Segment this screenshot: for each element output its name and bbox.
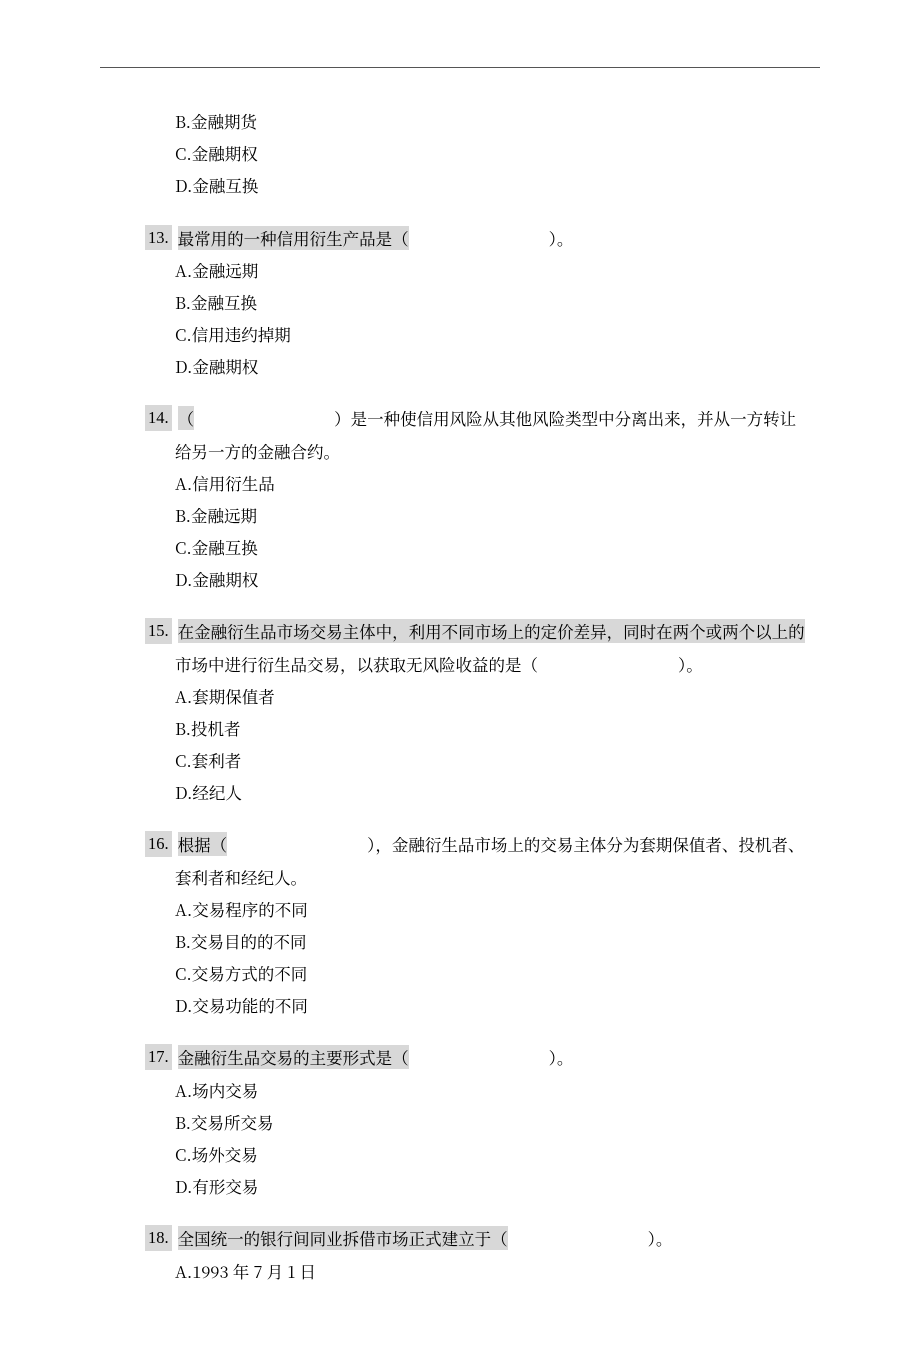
option-b: B.金融远期 <box>175 499 810 531</box>
q15-row: 15. 在金融衍生品市场交易主体中，利用不同市场上的定价差异，同时在两个或两个以… <box>145 615 810 647</box>
option-b: B.交易目的的不同 <box>175 925 810 957</box>
option-b: B.金融互换 <box>175 286 810 318</box>
option-a: A.信用衍生品 <box>175 467 810 499</box>
question-17: 17. 金融衍生品交易的主要形式是（ ）。 A.场内交易 B.交易所交易 C.场外… <box>145 1041 810 1202</box>
option-c: C.场外交易 <box>175 1138 810 1170</box>
option-b: B.投机者 <box>175 712 810 744</box>
q14-stem-post: ）是一种使信用风险从其他风险类型中分离出来，并从一方转让 <box>334 406 796 430</box>
option-d: D.有形交易 <box>175 1170 810 1202</box>
q18-stem: 全国统一的银行间同业拆借市场正式建立于（ ）。 <box>178 1222 810 1254</box>
q16-row: 16. 根据（ ），金融衍生品市场上的交易主体分为套期保值者、投机者、 <box>145 828 810 860</box>
q17-stem: 金融衍生品交易的主要形式是（ ）。 <box>178 1041 810 1073</box>
q13-options: A.金融远期 B.金融互换 C.信用违约掉期 D.金融期权 <box>145 254 810 383</box>
q15-number: 15. <box>145 618 172 644</box>
q17-stem-pre: 金融衍生品交易的主要形式是（ <box>178 1045 409 1069</box>
question-16: 16. 根据（ ），金融衍生品市场上的交易主体分为套期保值者、投机者、 套利者和经… <box>145 828 810 1021</box>
option-c: C.金融期权 <box>175 137 810 169</box>
q13-stem: 最常用的一种信用衍生产品是（ ）。 <box>178 222 810 254</box>
q17-number: 17. <box>145 1044 172 1070</box>
q14-stem-cont: 给另一方的金融合约。 <box>145 435 810 467</box>
option-d: D.金融互换 <box>175 169 810 201</box>
question-13: 13. 最常用的一种信用衍生产品是（ ）。 A.金融远期 B.金融互换 C.信用违… <box>145 222 810 383</box>
q15-cont-post: ）。 <box>678 652 703 676</box>
q14-stem: （ ）是一种使信用风险从其他风险类型中分离出来，并从一方转让 <box>178 402 810 434</box>
option-a: A.金融远期 <box>175 254 810 286</box>
q14-options: A.信用衍生品 B.金融远期 C.金融互换 D.金融期权 <box>145 467 810 596</box>
q16-stem: 根据（ ），金融衍生品市场上的交易主体分为套期保值者、投机者、 <box>178 828 810 860</box>
q16-options: A.交易程序的不同 B.交易目的的不同 C.交易方式的不同 D.交易功能的不同 <box>145 893 810 1022</box>
q17-row: 17. 金融衍生品交易的主要形式是（ ）。 <box>145 1041 810 1073</box>
q18-stem-post: ）。 <box>648 1226 673 1250</box>
option-c: C.信用违约掉期 <box>175 318 810 350</box>
option-c: C.金融互换 <box>175 531 810 563</box>
q15-cont-pre: 市场中进行衍生品交易，以获取无风险收益的是（ <box>175 652 538 676</box>
option-c: C.套利者 <box>175 744 810 776</box>
option-a: A.套期保值者 <box>175 680 810 712</box>
option-a: A.场内交易 <box>175 1074 810 1106</box>
option-d: D.交易功能的不同 <box>175 989 810 1021</box>
question-18: 18. 全国统一的银行间同业拆借市场正式建立于（ ）。 A.1993 年 7 月 … <box>145 1222 810 1286</box>
q14-number: 14. <box>145 405 172 431</box>
q18-row: 18. 全国统一的银行间同业拆借市场正式建立于（ ）。 <box>145 1222 810 1254</box>
option-b: B.交易所交易 <box>175 1106 810 1138</box>
q16-number: 16. <box>145 831 172 857</box>
q14-stem-pre: （ <box>178 406 195 430</box>
q13-stem-pre: 最常用的一种信用衍生产品是（ <box>178 226 409 250</box>
option-b: B.金融期货 <box>175 105 810 137</box>
q18-number: 18. <box>145 1225 172 1251</box>
q18-options: A.1993 年 7 月 1 日 <box>145 1255 810 1287</box>
content: B.金融期货 C.金融期权 D.金融互换 13. 最常用的一种信用衍生产品是（ ）… <box>0 0 920 1347</box>
q16-stem-cont: 套利者和经纪人。 <box>145 861 810 893</box>
q16-stem-pre: 根据（ <box>178 832 228 856</box>
question-15: 15. 在金融衍生品市场交易主体中，利用不同市场上的定价差异，同时在两个或两个以… <box>145 615 810 808</box>
q15-stem-cont: 市场中进行衍生品交易，以获取无风险收益的是（ ）。 <box>145 648 810 680</box>
option-d: D.经纪人 <box>175 776 810 808</box>
q18-stem-pre: 全国统一的银行间同业拆借市场正式建立于（ <box>178 1226 508 1250</box>
q16-stem-post: ），金融衍生品市场上的交易主体分为套期保值者、投机者、 <box>367 832 804 856</box>
q15-stem-line1: 在金融衍生品市场交易主体中，利用不同市场上的定价差异，同时在两个或两个以上的 <box>178 619 805 643</box>
option-c: C.交易方式的不同 <box>175 957 810 989</box>
option-a: A.交易程序的不同 <box>175 893 810 925</box>
q15-stem: 在金融衍生品市场交易主体中，利用不同市场上的定价差异，同时在两个或两个以上的 <box>178 615 810 647</box>
option-d: D.金融期权 <box>175 563 810 595</box>
q15-options: A.套期保值者 B.投机者 C.套利者 D.经纪人 <box>145 680 810 809</box>
q17-stem-post: ）。 <box>549 1045 574 1069</box>
q13-stem-post: ）。 <box>549 226 574 250</box>
option-a: A.1993 年 7 月 1 日 <box>175 1255 810 1287</box>
option-d: D.金融期权 <box>175 350 810 382</box>
orphan-options: B.金融期货 C.金融期权 D.金融互换 <box>145 105 810 202</box>
header-rule <box>100 67 820 68</box>
q17-options: A.场内交易 B.交易所交易 C.场外交易 D.有形交易 <box>145 1074 810 1203</box>
page: B.金融期货 C.金融期权 D.金融互换 13. 最常用的一种信用衍生产品是（ ）… <box>0 0 920 1347</box>
q13-row: 13. 最常用的一种信用衍生产品是（ ）。 <box>145 222 810 254</box>
question-14: 14. （ ）是一种使信用风险从其他风险类型中分离出来，并从一方转让 给另一方的金… <box>145 402 810 595</box>
q13-number: 13. <box>145 225 172 251</box>
q14-row: 14. （ ）是一种使信用风险从其他风险类型中分离出来，并从一方转让 <box>145 402 810 434</box>
